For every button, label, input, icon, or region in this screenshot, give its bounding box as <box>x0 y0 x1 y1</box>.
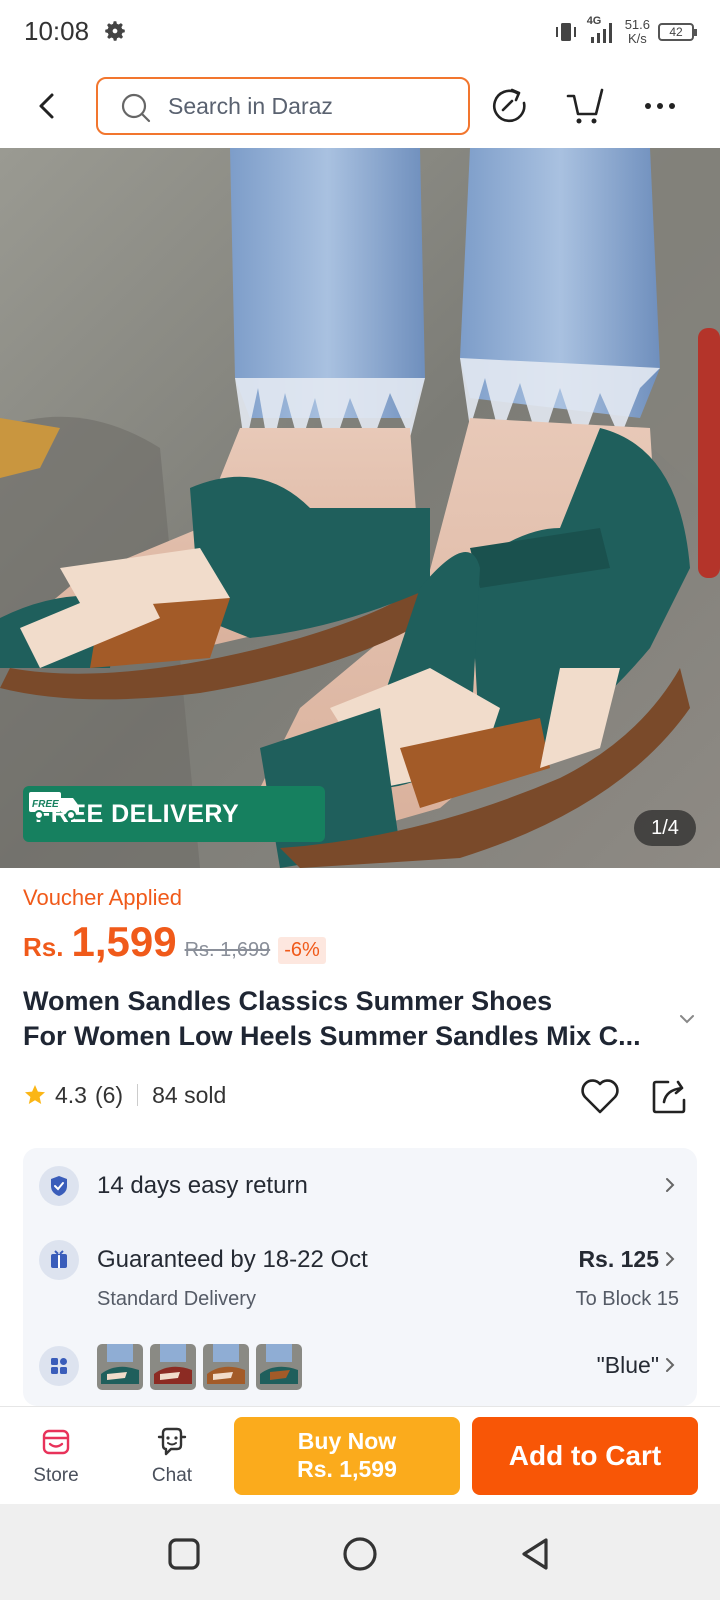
battery-icon: 42 <box>658 23 697 41</box>
more-options-icon[interactable] <box>638 84 682 128</box>
variant-thumbnails <box>97 1344 302 1390</box>
home-icon[interactable] <box>340 1534 380 1574</box>
share-icon[interactable] <box>648 1074 692 1118</box>
variant-thumb-brown[interactable] <box>203 1344 249 1390</box>
chevron-right-icon[interactable] <box>661 1176 679 1194</box>
net-speed-value: 51.6 <box>624 17 650 32</box>
chat-icon <box>157 1427 187 1456</box>
store-button[interactable]: Store <box>16 1425 96 1487</box>
net-speed-unit: K/s <box>627 31 647 46</box>
wishlist-heart-icon[interactable] <box>578 1074 622 1118</box>
delivery-fee: Rs. 125 <box>578 1246 659 1272</box>
chevron-right-icon[interactable] <box>661 1250 679 1268</box>
status-indicators: 4G 51.6 K/s 42 <box>553 14 697 50</box>
back-arrow-icon[interactable] <box>28 86 68 126</box>
image-counter: 1/4 <box>634 810 696 846</box>
buy-now-button[interactable]: Buy Now Rs. 1,599 <box>234 1417 460 1495</box>
free-delivery-badge: FREE FREE DELIVERY <box>23 786 325 842</box>
chat-label: Chat <box>151 1465 193 1486</box>
chat-button[interactable]: Chat <box>132 1425 212 1487</box>
status-time: 10:08 <box>24 16 90 46</box>
bottom-action-bar: Store Chat Buy Now Rs. 1,599 Add to Cart <box>0 1406 720 1504</box>
voucher-applied-label: Voucher Applied <box>23 885 183 910</box>
price-currency: Rs. <box>23 932 64 962</box>
buy-now-label: Buy Now <box>297 1428 397 1454</box>
recent-apps-icon[interactable] <box>164 1534 204 1574</box>
variant-thumb-teal[interactable] <box>256 1344 302 1390</box>
rating-row[interactable]: 4.3 (6) 84 sold <box>23 1078 226 1112</box>
delivery-location: To Block 15 <box>575 1288 679 1310</box>
service-info-card: 14 days easy return Guaranteed by 18-22 … <box>23 1148 697 1406</box>
delivery-truck-icon: FREE <box>29 792 79 820</box>
back-triangle-icon[interactable] <box>516 1534 556 1574</box>
variant-thumb-red[interactable] <box>150 1344 196 1390</box>
store-label: Store <box>33 1465 79 1486</box>
return-shield-icon <box>39 1166 79 1206</box>
store-icon <box>42 1429 70 1455</box>
product-title-line-1: Women Sandles Classics Summer Shoes <box>23 986 553 1016</box>
current-price: 1,599 <box>71 918 177 965</box>
star-icon <box>25 1085 45 1104</box>
product-title[interactable]: Women Sandles Classics Summer Shoes For … <box>23 984 673 1054</box>
divider <box>137 1084 139 1106</box>
rating-count: (6) <box>94 1081 124 1108</box>
original-price: Rs. 1,699 <box>184 939 271 961</box>
signal-icon: 4G <box>587 15 617 47</box>
chevron-right-icon[interactable] <box>661 1356 679 1374</box>
settings-gear-icon <box>105 21 125 41</box>
status-bar: 10:08 4G 51.6 K/s 42 <box>0 0 720 66</box>
delivery-guarantee-text[interactable]: Guaranteed by 18-22 Oct <box>97 1246 368 1274</box>
system-navigation-bar <box>0 1504 720 1600</box>
search-icon <box>121 93 151 123</box>
expand-title-chevron-icon[interactable] <box>676 1008 698 1030</box>
rating-value: 4.3 <box>55 1081 87 1108</box>
product-title-line-2: For Women Low Heels Summer Sandles Mix C… <box>23 1021 641 1051</box>
cart-icon[interactable] <box>562 84 606 128</box>
product-photo-sandals <box>0 148 720 868</box>
buy-now-price: Rs. 1,599 <box>297 1456 397 1482</box>
sold-count: 84 sold <box>152 1081 227 1108</box>
header: Search in Daraz <box>0 66 720 148</box>
add-to-cart-button[interactable]: Add to Cart <box>472 1417 698 1495</box>
easy-return-text[interactable]: 14 days easy return <box>97 1172 308 1200</box>
selected-variant[interactable]: "Blue" <box>597 1352 659 1379</box>
net-speed: 51.6 K/s <box>625 18 650 46</box>
product-image-gallery[interactable]: FREE FREE DELIVERY 1/4 <box>0 148 720 868</box>
delivery-type-text: Standard Delivery <box>97 1288 256 1310</box>
share-refresh-icon[interactable] <box>488 84 532 128</box>
delivery-box-icon <box>39 1240 79 1280</box>
variant-thumb-blue[interactable] <box>97 1344 143 1390</box>
search-placeholder: Search in Daraz <box>168 93 333 119</box>
vibrate-icon <box>555 23 576 41</box>
discount-badge: -6% <box>278 937 326 964</box>
variants-grid-icon <box>39 1346 79 1386</box>
svg-text:FREE: FREE <box>32 799 59 810</box>
price-row: Rs. 1,599 Rs. 1,699 -6% <box>23 918 326 968</box>
search-input[interactable]: Search in Daraz <box>96 77 470 135</box>
